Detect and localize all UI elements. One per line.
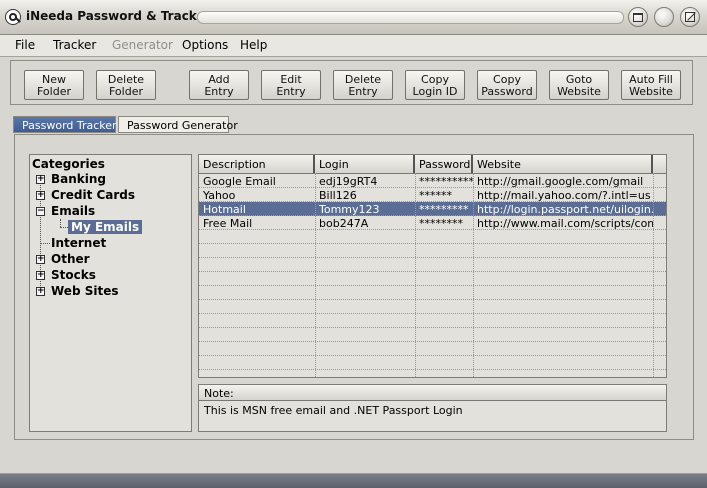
table-row[interactable]: Free Mail bob247A ******** http://www.mail.… xyxy=(199,216,666,230)
tree-root-categories: Categories xyxy=(32,157,105,171)
tree-item-other[interactable]: Other xyxy=(51,252,90,266)
goto-website-button[interactable]: Goto Website xyxy=(549,70,609,100)
grid-line xyxy=(199,229,666,230)
column-header-spacer xyxy=(653,155,666,173)
expander-glyph: + xyxy=(37,254,45,264)
expander-glyph: − xyxy=(37,206,45,216)
expander-glyph: + xyxy=(37,270,45,280)
category-tree[interactable]: Categories + Banking + Credit Cards − Em… xyxy=(29,154,192,432)
expander-glyph: + xyxy=(37,190,45,200)
tree-item-stocks[interactable]: Stocks xyxy=(51,268,96,282)
add-entry-button[interactable]: Add Entry xyxy=(189,70,249,100)
grid-line xyxy=(199,271,666,272)
grid-line xyxy=(199,313,666,314)
expand-icon[interactable]: + xyxy=(36,174,45,184)
copy-password-button[interactable]: Copy Password xyxy=(477,70,537,100)
menu-generator[interactable]: Generator xyxy=(112,38,173,52)
tree-connector xyxy=(60,227,68,228)
note-title: Note: xyxy=(199,385,666,401)
tree-item-my-emails[interactable]: My Emails xyxy=(68,220,143,234)
grid-line xyxy=(199,369,666,370)
app-logo-icon[interactable] xyxy=(5,9,21,25)
grid-line xyxy=(199,285,666,286)
delete-folder-button[interactable]: Delete Folder xyxy=(96,70,156,100)
table-row[interactable]: Hotmail Tommy123 ********* http://login.pas… xyxy=(199,202,666,216)
table-row[interactable]: Google Email edj19gRT4 ********** http://gm… xyxy=(199,174,666,188)
note-text[interactable]: This is MSN free email and .NET Passport… xyxy=(204,404,463,417)
expand-icon[interactable]: + xyxy=(36,190,45,200)
close-icon xyxy=(685,12,695,22)
tab-password-tracker[interactable]: Password Tracker xyxy=(13,116,117,133)
tab-password-generator[interactable]: Password Generator xyxy=(118,116,238,133)
grid-line xyxy=(199,257,666,258)
grid-line xyxy=(199,215,666,216)
delete-entry-button[interactable]: Delete Entry xyxy=(333,70,393,100)
title-bar[interactable]: iNeeda Password & Tracker Pro xyxy=(0,0,707,35)
column-header-password[interactable]: Password xyxy=(415,155,473,173)
column-header-website[interactable]: Website xyxy=(473,155,653,173)
auto-fill-website-button[interactable]: Auto Fill Website xyxy=(621,70,681,100)
grid-line xyxy=(199,187,666,188)
grid-line xyxy=(199,355,666,356)
tree-item-banking[interactable]: Banking xyxy=(51,172,106,186)
app-window: iNeeda Password & Tracker Pro File Track… xyxy=(0,0,707,488)
tree-item-web-sites[interactable]: Web Sites xyxy=(51,284,119,298)
tree-item-internet[interactable]: Internet xyxy=(51,236,106,250)
column-header-login[interactable]: Login xyxy=(315,155,415,173)
tree-connector xyxy=(41,243,50,244)
menu-tracker[interactable]: Tracker xyxy=(53,38,96,52)
grid-line xyxy=(199,201,666,202)
grid-line xyxy=(473,173,474,377)
table-row[interactable]: Yahoo Bill126 ****** http://mail.yahoo.com/… xyxy=(199,188,666,202)
expand-icon[interactable]: + xyxy=(36,286,45,296)
grid-line xyxy=(199,243,666,244)
column-header-description[interactable]: Description xyxy=(199,155,315,173)
minimize-icon xyxy=(633,13,643,22)
expand-icon[interactable]: + xyxy=(36,254,45,264)
tree-item-emails[interactable]: Emails xyxy=(51,204,95,218)
expander-glyph: + xyxy=(37,286,45,296)
grid-line xyxy=(199,327,666,328)
edit-entry-button[interactable]: Edit Entry xyxy=(261,70,321,100)
expander-glyph: + xyxy=(37,174,45,184)
menu-options[interactable]: Options xyxy=(182,38,228,52)
grid-header: Description Login Password Website xyxy=(199,155,666,174)
menu-bar: File Tracker Generator Options Help xyxy=(0,35,707,57)
minimize-button[interactable] xyxy=(628,7,648,27)
toolbar: New Folder Delete Folder Add Entry Edit … xyxy=(10,60,693,105)
restore-button[interactable] xyxy=(654,7,674,27)
grid-line xyxy=(199,341,666,342)
title-bar-decoration xyxy=(197,11,624,24)
expand-icon[interactable]: + xyxy=(36,270,45,280)
tree-connector xyxy=(60,219,61,227)
close-button[interactable] xyxy=(680,7,700,27)
grid-line xyxy=(653,173,654,377)
tree-item-credit-cards[interactable]: Credit Cards xyxy=(51,188,135,202)
copy-login-id-button[interactable]: Copy Login ID xyxy=(405,70,465,100)
status-bar xyxy=(0,473,707,488)
grid-line xyxy=(415,173,416,377)
menu-help[interactable]: Help xyxy=(240,38,267,52)
entries-grid[interactable]: Description Login Password Website Googl… xyxy=(198,154,667,378)
menu-file[interactable]: File xyxy=(15,38,35,52)
note-panel[interactable]: Note: This is MSN free email and .NET Pa… xyxy=(198,384,667,432)
new-folder-button[interactable]: New Folder xyxy=(24,70,84,100)
grid-line xyxy=(199,299,666,300)
collapse-icon[interactable]: − xyxy=(36,206,45,216)
grid-line xyxy=(315,173,316,377)
